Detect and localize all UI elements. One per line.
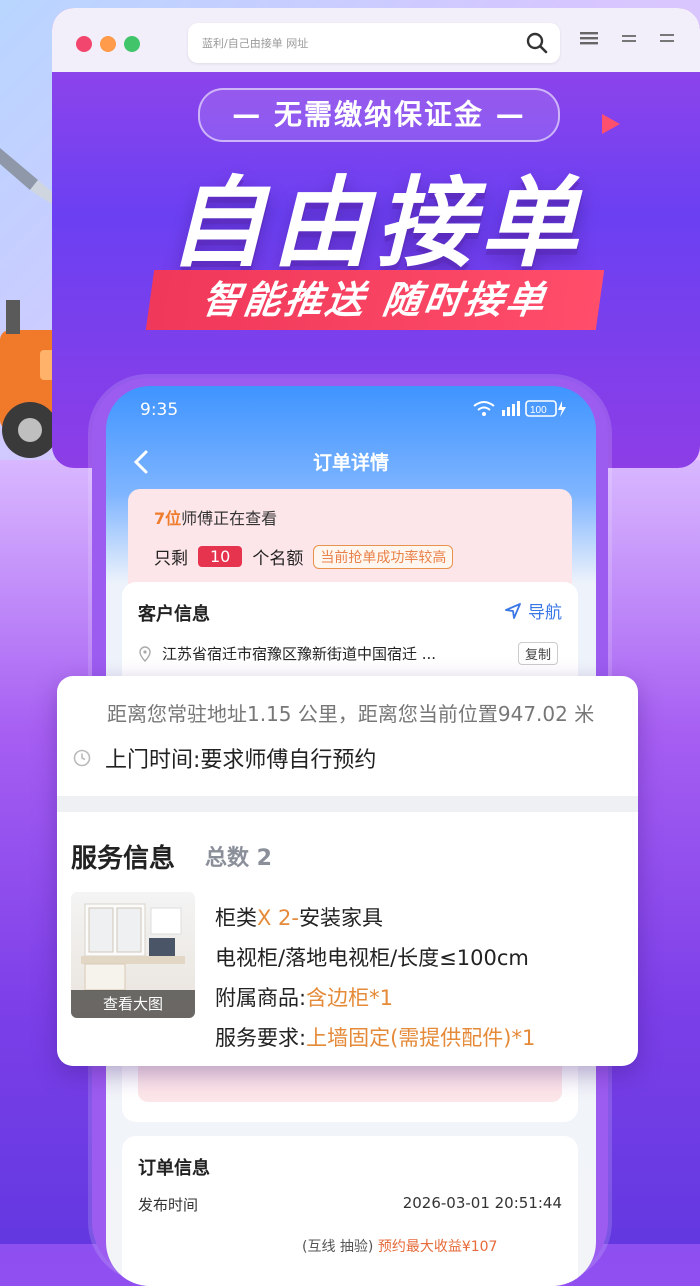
navigate-button[interactable]: 导航 <box>504 598 562 623</box>
service-detail-card: 距离您常驻地址1.15 公里，距离您当前位置947.02 米 上门时间:要求师傅… <box>57 676 638 1066</box>
minimize-icon[interactable] <box>622 30 638 46</box>
accessory-line: 附属商品:含边柜*1 <box>215 978 535 1018</box>
viewers-text: 7位师傅正在查看 <box>154 505 277 529</box>
address-row: 江苏省宿迁市宿豫区豫新街道中国宿迁 ... 复制 <box>138 642 558 665</box>
service-total: 总数 2 <box>205 846 272 871</box>
visit-time-row: 上门时间:要求师傅自行预约 <box>73 742 376 774</box>
earnings-note: (互线 抽验) <box>302 1239 374 1255</box>
maximize-window-dot[interactable] <box>124 36 140 52</box>
item-quantity: X 2- <box>257 906 299 930</box>
visit-time-text: 上门时间:要求师傅自行预约 <box>105 748 377 773</box>
requirement-label: 服务要求: <box>215 1026 307 1050</box>
close-window-dot[interactable] <box>76 36 92 52</box>
customer-info-title: 客户信息 <box>138 604 210 625</box>
publish-time-label: 发布时间 <box>138 1196 199 1214</box>
requirement-line: 服务要求:上墙固定(需提供配件)*1 <box>215 1018 535 1058</box>
viewers-label: 师傅正在查看 <box>181 509 278 528</box>
item-category: 柜类 <box>215 906 257 930</box>
remaining-prefix: 只剩 <box>154 549 188 569</box>
viewers-count: 7位 <box>154 509 182 528</box>
minimize-window-dot[interactable] <box>100 36 116 52</box>
browser-toolbar: 蓝利/自己由接单 网址 <box>52 8 700 72</box>
remaining-slots: 只剩 10 个名额 当前抢单成功率较高 <box>154 544 454 569</box>
earnings-row: (互线 抽验) 预约最大收益¥107 <box>302 1236 497 1256</box>
location-pin-icon <box>139 645 151 662</box>
distance-text: 距离您常驻地址1.15 公里，距离您当前位置947.02 米 <box>107 702 595 726</box>
navigation-arrow-icon <box>505 602 521 619</box>
no-deposit-pill: — 无需缴纳保证金 — <box>198 88 560 142</box>
publish-time-value: 2026-03-01 20:51:44 <box>402 1194 562 1212</box>
order-info-title: 订单信息 <box>138 1158 210 1179</box>
search-icon[interactable] <box>526 32 548 54</box>
play-arrow-icon <box>602 114 620 134</box>
view-large-image-caption: 查看大图 <box>71 990 195 1018</box>
status-time: 9:35 <box>140 400 179 420</box>
banner-title: 自由接单 <box>167 167 584 281</box>
page-title: 订单详情 <box>312 452 389 474</box>
requirement-value: 上墙固定(需提供配件)*1 <box>306 1026 536 1050</box>
service-info-title: 服务信息 <box>71 844 176 874</box>
accessory-value: 含边柜*1 <box>306 986 393 1010</box>
earnings-value: 预约最大收益¥107 <box>377 1239 498 1255</box>
status-icons: 100 <box>473 400 566 417</box>
remaining-count-badge: 10 <box>198 546 243 567</box>
success-rate-badge: 当前抢单成功率较高 <box>313 544 454 569</box>
address-bar-text: 蓝利/自己由接单 网址 <box>202 37 309 50</box>
customer-address: 江苏省宿迁市宿豫区豫新街道中国宿迁 ... <box>162 645 437 663</box>
item-service-type: 安装家具 <box>299 906 383 930</box>
battery-level: 100 <box>530 405 547 416</box>
accessory-label: 附属商品: <box>215 986 307 1010</box>
order-info-card: 订单信息 发布时间 2026-03-01 20:51:44 (互线 抽验) 预约… <box>122 1136 578 1286</box>
copy-address-button[interactable]: 复制 <box>517 642 558 665</box>
service-item-lines: 柜类X 2-安装家具 电视柜/落地电视柜/长度≤100cm 附属商品:含边柜*1… <box>215 898 535 1058</box>
menu-icon[interactable] <box>580 30 598 46</box>
item-spec: 电视柜/落地电视柜/长度≤100cm <box>215 946 529 970</box>
banner-subtitle: 智能推送 随时接单 <box>145 270 605 330</box>
publish-time-row: 发布时间 2026-03-01 20:51:44 <box>138 1194 562 1215</box>
section-divider <box>57 796 638 812</box>
item-name-line: 柜类X 2-安装家具 <box>215 898 535 938</box>
address-bar[interactable]: 蓝利/自己由接单 网址 <box>188 23 560 63</box>
clock-icon <box>73 749 91 767</box>
more-icon[interactable] <box>660 30 676 46</box>
navigate-label: 导航 <box>528 603 562 623</box>
product-image[interactable]: 查看大图 <box>71 892 195 1018</box>
remaining-suffix: 个名额 <box>252 549 304 569</box>
